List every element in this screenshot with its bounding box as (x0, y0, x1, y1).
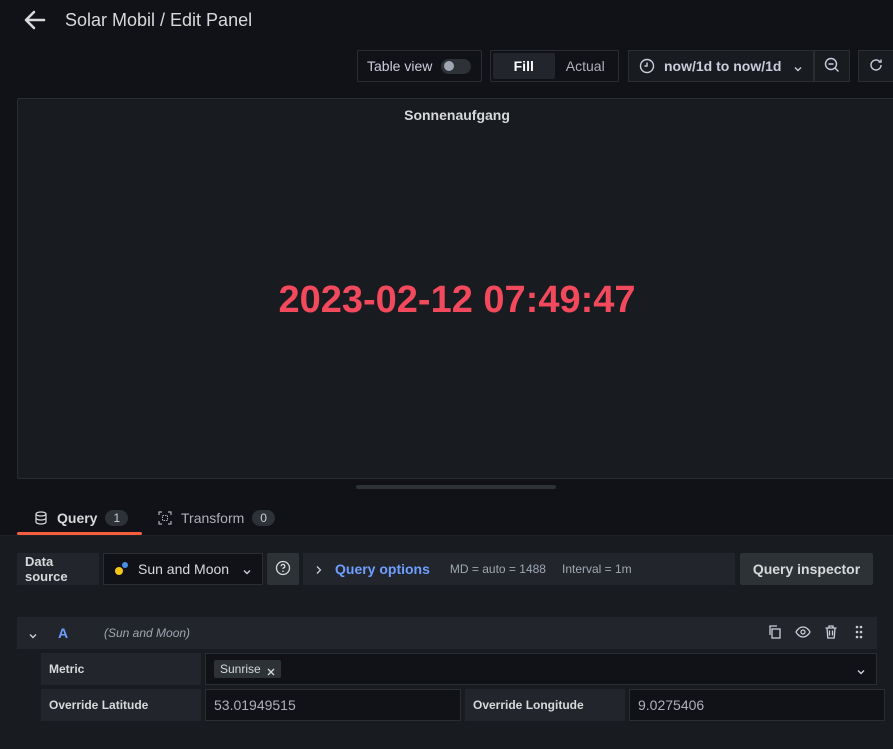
chevron-down-icon (856, 664, 866, 675)
table-view-label: Table view (367, 58, 433, 74)
metric-tag-label: Sunrise (220, 662, 261, 676)
table-view-toggle[interactable]: Table view (357, 50, 482, 82)
override-latitude-input[interactable]: 53.01949515 (205, 689, 461, 721)
page-title: Solar Mobil / Edit Panel (65, 10, 253, 30)
time-range-label: now/1d to now/1d (664, 58, 782, 74)
query-options-label: Query options (335, 561, 430, 577)
copy-icon[interactable] (767, 624, 783, 643)
drag-handle-icon[interactable] (851, 624, 867, 643)
chevron-down-icon (242, 564, 252, 575)
query-inspector-button[interactable]: Query inspector (740, 553, 873, 585)
database-icon (34, 511, 48, 525)
tab-transform-label: Transform (181, 510, 245, 526)
query-ref-id[interactable]: A (58, 625, 104, 641)
tab-query-label: Query (57, 510, 98, 526)
transform-icon (158, 511, 172, 525)
arrow-left-icon[interactable] (22, 8, 48, 32)
sun-moon-icon (112, 560, 130, 578)
fill-actual-switch: Fill Actual (490, 50, 619, 82)
data-source-picker[interactable]: Sun and Moon (103, 553, 263, 585)
stat-value: 2023-02-12 07:49:47 (278, 279, 636, 321)
query-options-toggle[interactable]: Query options MD = auto = 1488 Interval … (303, 553, 735, 585)
close-icon[interactable] (267, 665, 275, 676)
transform-count-badge: 0 (252, 510, 275, 526)
chevron-right-icon (315, 564, 323, 574)
tab-transform[interactable]: Transform 0 (158, 506, 275, 530)
tab-query[interactable]: Query 1 (34, 506, 129, 530)
time-range-picker[interactable]: now/1d to now/1d (628, 50, 814, 82)
resize-handle[interactable] (356, 485, 556, 489)
interval-value: Interval = 1m (561, 562, 632, 576)
override-longitude-label: Override Longitude (465, 689, 625, 721)
refresh-button[interactable] (858, 50, 893, 82)
zoom-out-button[interactable] (814, 50, 850, 82)
actual-button[interactable]: Actual (555, 53, 617, 79)
override-latitude-label: Override Latitude (41, 689, 201, 721)
question-circle-icon (275, 560, 291, 579)
metric-tag: Sunrise (214, 660, 281, 678)
trash-icon[interactable] (823, 624, 839, 643)
metric-select[interactable]: Sunrise (205, 653, 877, 685)
data-source-name: Sun and Moon (138, 561, 230, 577)
panel-preview: Sonnenaufgang 2023-02-12 07:49:47 (17, 98, 893, 479)
max-data-points: MD = auto = 1488 (449, 562, 546, 576)
refresh-icon (868, 57, 884, 76)
panel-title: Sonnenaufgang (404, 107, 510, 123)
clock-icon (639, 58, 655, 74)
data-source-label: Data source (17, 553, 99, 585)
toggle-switch[interactable] (441, 58, 472, 74)
eye-icon[interactable] (795, 624, 811, 643)
metric-label: Metric (41, 653, 201, 685)
zoom-out-icon (824, 57, 840, 76)
query-datasource-name: (Sun and Moon) (104, 626, 191, 640)
fill-button[interactable]: Fill (493, 53, 555, 79)
chevron-down-icon (793, 61, 803, 72)
query-row-header[interactable]: A (Sun and Moon) (17, 617, 877, 649)
override-longitude-input[interactable]: 9.0275406 (629, 689, 885, 721)
help-button[interactable] (267, 553, 299, 585)
chevron-down-icon[interactable] (28, 628, 38, 639)
query-count-badge: 1 (105, 510, 129, 526)
